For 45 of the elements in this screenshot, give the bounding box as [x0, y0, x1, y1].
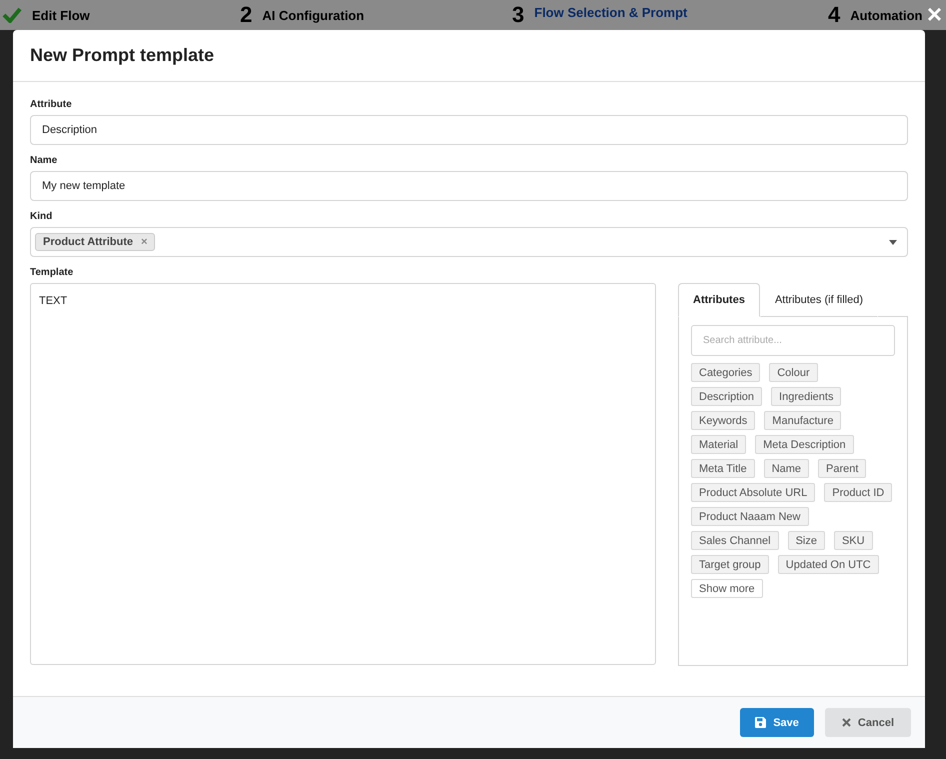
attribute-chip[interactable]: Colour	[769, 363, 818, 382]
step-number: 4	[828, 2, 840, 28]
step-number: 3	[512, 2, 524, 28]
step-label[interactable]: Edit Flow	[32, 8, 90, 22]
cancel-button[interactable]: Cancel	[824, 708, 911, 737]
x-icon	[842, 718, 851, 727]
tab[interactable]: Attributes (if filled)	[760, 283, 878, 317]
attribute-chip[interactable]: Name	[764, 459, 810, 478]
input-field[interactable]: Description	[30, 115, 908, 145]
attribute-chip[interactable]: Description	[691, 387, 762, 406]
caret-icon	[889, 240, 897, 245]
attribute-chip[interactable]: Keywords	[691, 411, 756, 430]
attribute-chip[interactable]: Parent	[818, 459, 866, 478]
tab[interactable]: Attributes	[678, 283, 760, 317]
search-field[interactable]: Search attribute...	[691, 325, 895, 356]
tag-label: Product Attribute	[43, 236, 134, 248]
attribute-chip[interactable]: Product ID	[824, 483, 892, 502]
attribute-chip[interactable]: Size	[788, 531, 825, 550]
attribute-chip[interactable]: Product Absolute URL	[691, 483, 816, 502]
show-more-button[interactable]: Show more	[691, 579, 763, 598]
attribute-chip[interactable]: Categories	[691, 363, 760, 382]
step-label[interactable]: Flow Selection & Prompt	[534, 4, 688, 20]
step-number: 2	[240, 2, 252, 28]
field-label: Attribute	[30, 99, 73, 110]
select-field[interactable]: Product Attribute ×	[30, 227, 908, 257]
field-label: Template	[30, 267, 74, 278]
attribute-chip[interactable]: Meta Description	[755, 435, 854, 454]
input-field[interactable]: My new template	[30, 171, 908, 201]
attribute-chip[interactable]: Product Naaam New	[691, 507, 808, 526]
attribute-chip[interactable]: Target group	[691, 555, 769, 574]
attribute-chip[interactable]: Updated On UTC	[778, 555, 879, 574]
attribute-chip[interactable]: SKU	[834, 531, 873, 550]
attribute-chip[interactable]: Manufacture	[764, 411, 842, 430]
attribute-chip[interactable]: Meta Title	[691, 459, 755, 478]
attribute-chip[interactable]: Sales Channel	[691, 531, 779, 550]
save-button[interactable]: Save	[740, 708, 814, 737]
attribute-chip[interactable]: Ingredients	[771, 387, 842, 406]
close-button[interactable]: ×	[922, 0, 946, 28]
modal-title: New Prompt template	[30, 45, 214, 66]
step-label[interactable]: Automation	[850, 8, 922, 22]
step-label[interactable]: AI Configuration	[262, 8, 364, 22]
field-label: Name	[30, 155, 58, 166]
attribute-chip[interactable]: Material	[691, 435, 746, 454]
field-label: Kind	[30, 211, 54, 222]
template-textarea[interactable]: TEXT	[30, 283, 656, 665]
